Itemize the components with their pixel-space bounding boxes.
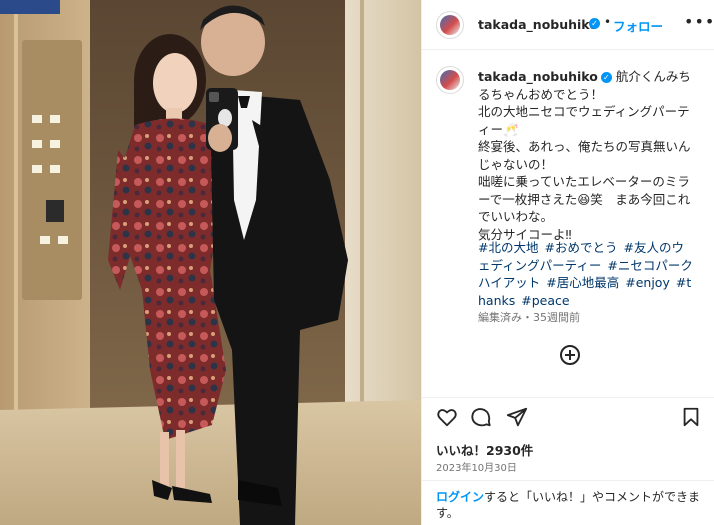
comment-icon[interactable] bbox=[470, 406, 492, 428]
like-count[interactable]: いいね！2930件 bbox=[436, 440, 533, 459]
more-options-icon[interactable]: ••• bbox=[684, 12, 714, 31]
caption-text: takada_nobuhiko ✓ 航介くんみちるちゃんおめでとう！ 北の大地ニセコ… bbox=[478, 68, 693, 243]
caption-section: takada_nobuhiko ✓ 航介くんみちるちゃんおめでとう！ 北の大地ニセコ… bbox=[422, 52, 714, 397]
heart-icon[interactable] bbox=[436, 406, 458, 428]
caption-username[interactable]: takada_nobuhiko bbox=[478, 69, 598, 84]
edited-timestamp: 編集済み・35週間前 bbox=[478, 311, 580, 324]
caption-avatar[interactable] bbox=[436, 66, 464, 94]
caption-verified-badge-icon: ✓ bbox=[600, 72, 612, 83]
hashtag-list: #北の大地 #おめでとう #友人のウェディングパーティー #ニセコパークハイアット #居… bbox=[478, 239, 693, 309]
login-link[interactable]: ログイン bbox=[436, 490, 484, 504]
hashtag-link[interactable]: #enjoy bbox=[625, 275, 670, 290]
avatar[interactable] bbox=[436, 11, 464, 39]
hashtag-link[interactable]: #peace bbox=[521, 293, 569, 308]
post-header: takada_nobuhiko ✓ • フォロー ••• bbox=[422, 0, 714, 50]
follow-button[interactable]: フォロー bbox=[613, 16, 663, 35]
verified-badge-icon: ✓ bbox=[589, 18, 600, 29]
header-username[interactable]: takada_nobuhiko bbox=[478, 17, 598, 32]
hashtag-link[interactable]: #北の大地 bbox=[478, 240, 538, 255]
post-date: 2023年10月30日 bbox=[436, 463, 517, 474]
bookmark-icon[interactable] bbox=[680, 406, 702, 428]
hashtag-link[interactable]: #居心地最高 bbox=[546, 275, 619, 290]
elevator-mirror-selfie-image bbox=[0, 0, 421, 525]
header-separator: • bbox=[604, 15, 612, 29]
post-side-panel: takada_nobuhiko ✓ • フォロー ••• takada_nobu… bbox=[421, 0, 714, 525]
action-bar bbox=[422, 397, 714, 434]
hashtag-link[interactable]: #おめでとう bbox=[544, 240, 617, 255]
caption-body: 航介くんみちるちゃんおめでとう！ 北の大地ニセコでウェディングパーティー🥂 終宴… bbox=[478, 69, 691, 242]
plus-circle-icon[interactable] bbox=[560, 345, 580, 365]
login-prompt: ログインすると「いいね！」やコメントができます。 bbox=[422, 480, 714, 525]
post-photo[interactable] bbox=[0, 0, 421, 525]
share-icon[interactable] bbox=[506, 406, 528, 428]
